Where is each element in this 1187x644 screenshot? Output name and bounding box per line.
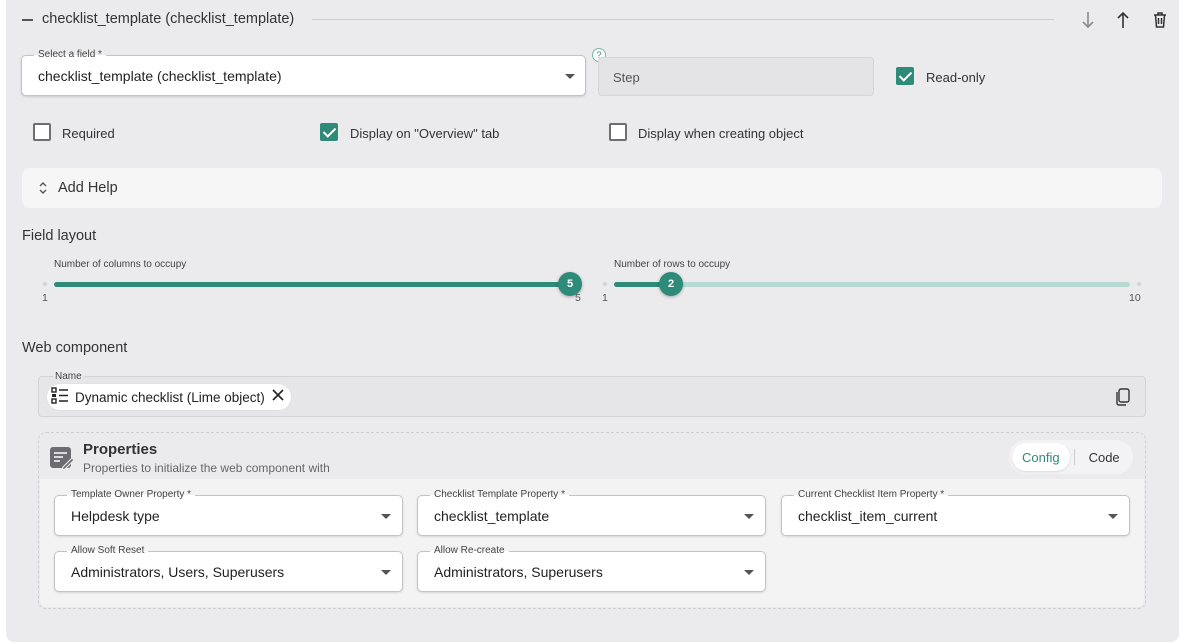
step-input-placeholder: Step: [613, 70, 640, 85]
step-input[interactable]: Step: [598, 57, 874, 96]
current-checklist-item-label: Current Checklist Item Property *: [794, 488, 949, 502]
checklist-template-value: checklist_template: [434, 508, 550, 524]
allow-recreate-label: Allow Re-create: [430, 544, 509, 558]
expand-chevrons-icon: [38, 180, 48, 201]
rows-min-label: 1: [602, 292, 608, 304]
rows-max-label: 10: [1129, 292, 1141, 304]
close-icon[interactable]: [271, 388, 285, 407]
field-config-panel: checklist_template (checklist_template) …: [6, 0, 1179, 642]
columns-slider-label: Number of columns to occupy: [54, 259, 187, 270]
chevron-down-icon: [1108, 514, 1118, 519]
display-overview-checkbox[interactable]: [320, 123, 338, 141]
current-checklist-item-value: checklist_item_current: [798, 508, 938, 524]
allow-soft-reset-select[interactable]: Allow Soft Reset Administrators, Users, …: [54, 544, 403, 592]
read-only-checkbox[interactable]: [896, 67, 914, 85]
name-field-label: Name: [53, 370, 84, 383]
current-checklist-item-property-select[interactable]: Current Checklist Item Property * checkl…: [781, 488, 1130, 536]
chip-label: Dynamic checklist (Lime object): [75, 389, 265, 405]
slider-tick: [43, 282, 47, 286]
web-component-title: Web component: [22, 340, 128, 356]
rows-slider-track[interactable]: [614, 282, 1130, 287]
template-owner-label: Template Owner Property *: [67, 488, 196, 502]
columns-max-label: 5: [575, 292, 581, 304]
allow-recreate-value: Administrators, Superusers: [434, 564, 603, 580]
checklist-template-label: Checklist Template Property *: [430, 488, 569, 502]
field-layout-title: Field layout: [22, 228, 97, 244]
select-field-dropdown[interactable]: Select a field * checklist_template (che…: [21, 48, 586, 96]
arrow-up-icon[interactable]: [1111, 8, 1135, 32]
tab-config[interactable]: Config: [1012, 443, 1070, 471]
slider-tick: [603, 282, 607, 286]
allow-soft-reset-value: Administrators, Users, Superusers: [71, 564, 285, 580]
rows-slider-label: Number of rows to occupy: [614, 259, 731, 270]
copy-icon[interactable]: [1115, 388, 1131, 411]
chevron-down-icon: [381, 570, 391, 575]
allow-recreate-select[interactable]: Allow Re-create Administrators, Superuse…: [417, 544, 766, 592]
display-creating-label: Display when creating object: [638, 126, 804, 141]
allow-soft-reset-label: Allow Soft Reset: [67, 544, 149, 558]
section-header-title: checklist_template (checklist_template): [42, 11, 295, 27]
slider-tick: [1137, 282, 1141, 286]
web-component-name-field[interactable]: Name Dynamic checklist (Lime object): [38, 370, 1146, 417]
header-divider: [312, 19, 1054, 20]
collapse-icon[interactable]: [22, 19, 33, 21]
template-owner-value: Helpdesk type: [71, 508, 160, 524]
columns-slider-track[interactable]: [54, 282, 570, 287]
form-edit-icon: [49, 445, 75, 476]
config-code-toggle: Config Code: [1009, 440, 1133, 474]
required-label: Required: [62, 126, 115, 141]
checklist-template-property-select[interactable]: Checklist Template Property * checklist_…: [417, 488, 766, 536]
tab-code[interactable]: Code: [1079, 443, 1130, 471]
web-component-chip[interactable]: Dynamic checklist (Lime object): [47, 384, 291, 410]
columns-min-label: 1: [42, 292, 48, 304]
chevron-down-icon: [565, 74, 575, 79]
required-checkbox[interactable]: [33, 123, 51, 141]
add-help-label: Add Help: [58, 180, 118, 196]
chevron-down-icon: [744, 514, 754, 519]
display-creating-checkbox[interactable]: [609, 123, 627, 141]
properties-title: Properties: [83, 441, 158, 458]
tab-divider: [1073, 449, 1075, 465]
select-field-label: Select a field *: [34, 48, 106, 62]
display-overview-label: Display on "Overview" tab: [350, 126, 500, 141]
trash-icon[interactable]: [1148, 8, 1172, 32]
chevron-down-icon: [381, 514, 391, 519]
template-owner-property-select[interactable]: Template Owner Property * Helpdesk type: [54, 488, 403, 536]
rows-slider-thumb[interactable]: 2: [659, 272, 683, 296]
arrow-down-icon[interactable]: [1076, 8, 1100, 32]
read-only-label: Read-only: [926, 70, 986, 85]
select-field-value: checklist_template (checklist_template): [38, 68, 282, 84]
properties-subtitle: Properties to initialize the web compone…: [83, 461, 330, 475]
properties-section: Properties Properties to initialize the …: [38, 432, 1146, 609]
chevron-down-icon: [744, 570, 754, 575]
add-help-expander[interactable]: Add Help: [22, 168, 1162, 208]
checklist-icon: [51, 386, 69, 409]
